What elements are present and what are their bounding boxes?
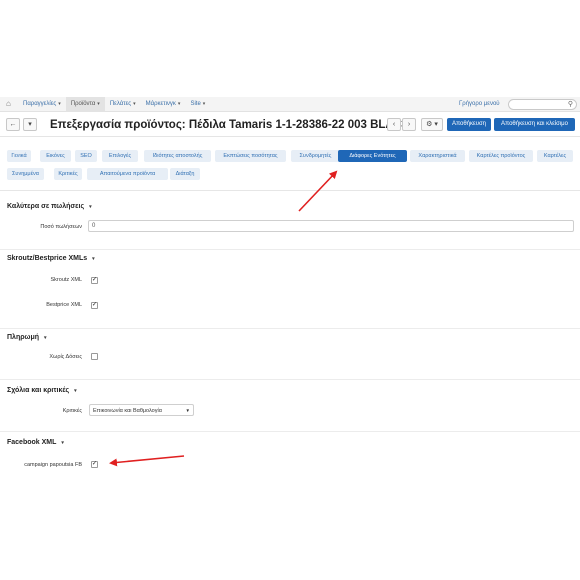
tab-misc-sections[interactable]: Διάφορες Ενότητες: [338, 150, 407, 162]
bestprice-xml-label: Bestprice XML: [46, 302, 82, 308]
sales-amount-input[interactable]: 0: [88, 220, 574, 232]
next-product-button[interactable]: ›: [402, 118, 416, 131]
chevron-down-icon: ▾: [89, 204, 92, 210]
chevron-down-icon: ▾: [61, 440, 64, 446]
actions-dropdown-button[interactable]: ▾: [23, 118, 37, 131]
campaign-fb-label: campaign papoutsia FB: [24, 462, 82, 468]
tab-images[interactable]: Εικόνες: [40, 150, 71, 162]
campaign-fb-checkbox[interactable]: ✓: [91, 461, 98, 468]
prev-product-button[interactable]: ‹: [387, 118, 401, 131]
tab-seo[interactable]: SEO: [75, 150, 97, 162]
chevron-down-icon: ▾: [44, 335, 47, 341]
title-bar: ← ▾ Επεξεργασία προϊόντος: Πέδιλα Tamari…: [0, 113, 580, 137]
page-title: Επεξεργασία προϊόντος: Πέδιλα Tamaris 1-…: [50, 119, 411, 131]
main-menu: Παραγγελίες ▾ Προϊόντα ▾ Πελάτες ▾ Μάρκετιν…: [18, 97, 210, 112]
divider: [0, 190, 580, 191]
tab-features[interactable]: Χαρακτηριστικά: [410, 150, 465, 162]
chevron-down-icon: ▾: [97, 101, 100, 107]
top-navigation: ⌂ Παραγγελίες ▾ Προϊόντα ▾ Πελάτες ▾ Μάρκετ…: [0, 97, 580, 112]
chevron-down-icon: ▾: [202, 101, 206, 107]
divider: [0, 431, 580, 432]
tab-tabs[interactable]: Καρτέλες: [537, 150, 573, 162]
quick-menu-link[interactable]: Γρήγορο μενού: [459, 101, 500, 107]
divider: [0, 249, 580, 250]
divider: [0, 328, 580, 329]
chevron-down-icon: ▾: [74, 388, 77, 394]
search-input[interactable]: ⚲: [508, 99, 577, 110]
home-icon[interactable]: ⌂: [6, 99, 11, 108]
tab-options[interactable]: Επιλογές: [102, 150, 138, 162]
back-button[interactable]: ←: [6, 118, 20, 131]
no-installments-label: Χωρίς Δόσεις: [49, 354, 82, 360]
tab-shipping-properties[interactable]: Ιδιότητες αποστολής: [144, 150, 211, 162]
skroutz-xml-label: Skroutz XML: [50, 277, 82, 283]
chevron-down-icon: ▼: [185, 408, 190, 413]
divider: [0, 379, 580, 380]
save-and-close-button[interactable]: Αποθήκευση και κλείσιμο: [494, 118, 575, 131]
section-facebook-title[interactable]: Facebook XML ▾: [7, 439, 64, 446]
tab-product-tabs[interactable]: Καρτέλες προϊόντος: [469, 150, 533, 162]
skroutz-xml-checkbox[interactable]: ✓: [91, 277, 98, 284]
chevron-down-icon: ▾: [133, 101, 136, 107]
tab-general[interactable]: Γενικά: [7, 150, 31, 162]
menu-site[interactable]: Site ▾: [185, 97, 210, 112]
tab-layout[interactable]: Διάταξη: [170, 168, 200, 180]
chevron-down-icon: ▾: [92, 256, 95, 262]
gear-icon[interactable]: ⚙ ▾: [421, 118, 443, 131]
menu-marketing[interactable]: Μάρκετινγκ ▾: [141, 97, 186, 112]
section-best-sellers-title[interactable]: Καλύτερα σε πωλήσεις ▾: [7, 203, 92, 210]
reviews-select[interactable]: Επικοινωνία και Βαθμολογία ▼: [89, 404, 194, 416]
sales-amount-label: Ποσό πωλήσεων: [40, 224, 82, 230]
tab-attachments[interactable]: Συνημμένα: [7, 168, 44, 180]
tab-reviews[interactable]: Κριτικές: [54, 168, 82, 180]
tab-quantity-discounts[interactable]: Εκπτώσεις ποσότητας: [215, 150, 286, 162]
menu-orders[interactable]: Παραγγελίες ▾: [18, 97, 66, 112]
bestprice-xml-checkbox[interactable]: ✓: [91, 302, 98, 309]
section-payment-title[interactable]: Πληρωμή ▾: [7, 334, 47, 341]
chevron-down-icon: ▾: [58, 101, 61, 107]
section-comments-title[interactable]: Σχόλια και κριτικές ▾: [7, 387, 77, 394]
save-button[interactable]: Αποθήκευση: [447, 118, 491, 131]
tab-required-products[interactable]: Απαιτούμενα προϊόντα: [87, 168, 168, 180]
annotation-arrows: [109, 170, 338, 467]
menu-products[interactable]: Προϊόντα ▾: [65, 97, 105, 112]
search-icon[interactable]: ⚲: [568, 100, 573, 108]
annotation-arrow-tab: [298, 170, 338, 212]
section-xmls-title[interactable]: Skroutz/Bestprice XMLs ▾: [7, 255, 95, 262]
reviews-label: Κριτικές: [62, 408, 82, 414]
menu-customers[interactable]: Πελάτες ▾: [105, 97, 141, 112]
no-installments-checkbox[interactable]: [91, 353, 98, 360]
tab-subscribers[interactable]: Συνδρομητές: [291, 150, 340, 162]
chevron-down-icon: ▾: [177, 101, 181, 107]
annotation-arrow-checkbox: [109, 455, 185, 467]
